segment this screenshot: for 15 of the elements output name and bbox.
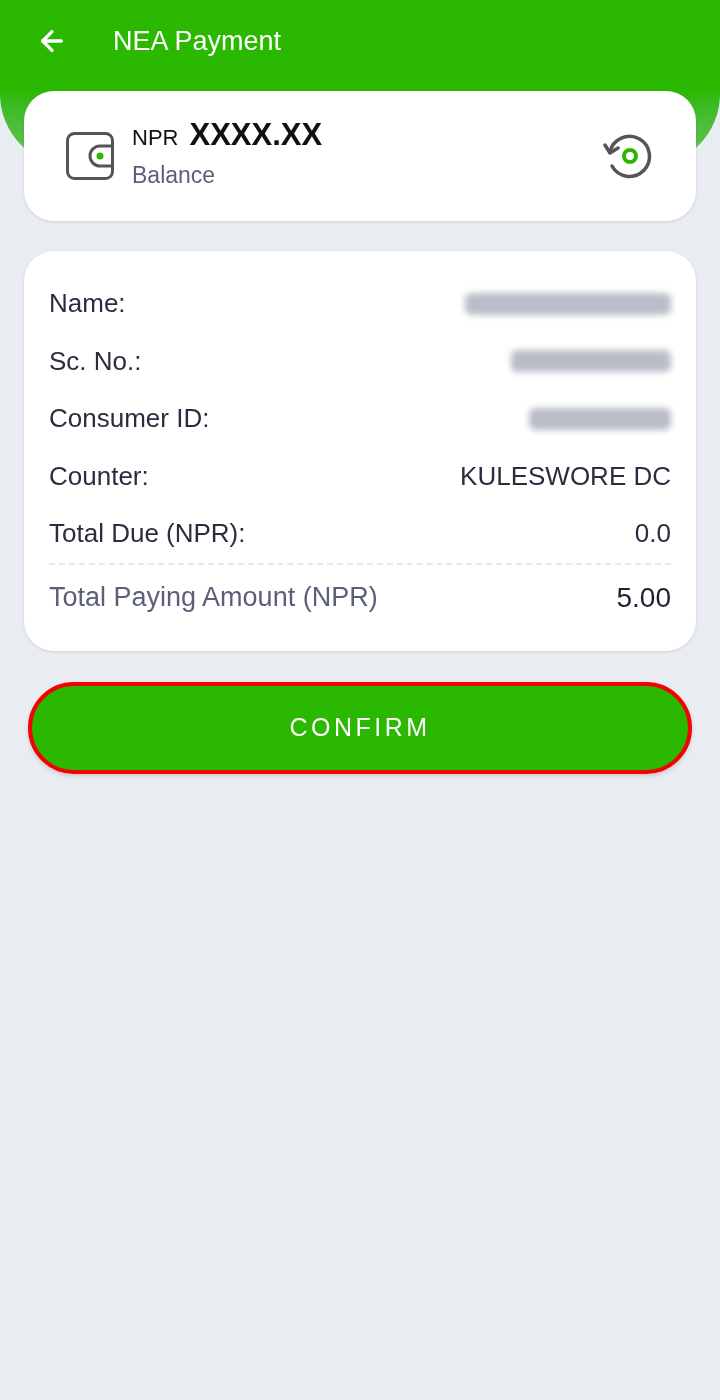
balance-label: Balance	[132, 161, 217, 191]
detail-label: Counter:	[49, 459, 149, 493]
page-title: NEA Payment	[113, 24, 282, 58]
detail-value: 0.0	[634, 517, 671, 551]
currency-label: NPR	[132, 124, 179, 153]
detail-label: Consumer ID:	[49, 402, 210, 436]
detail-label: Sc. No.:	[49, 344, 142, 378]
total-value: 5.00	[616, 580, 671, 615]
detail-label: Name:	[49, 287, 126, 321]
balance-amount: XXXX.XX	[189, 119, 323, 151]
detail-label: Total Due (NPR):	[49, 517, 246, 551]
wallet-icon	[66, 132, 114, 180]
detail-value: KULESWORE DC	[460, 459, 671, 493]
total-label: Total Paying Amount (NPR)	[49, 581, 378, 615]
confirm-button[interactable]: CONFIRM	[28, 681, 692, 774]
